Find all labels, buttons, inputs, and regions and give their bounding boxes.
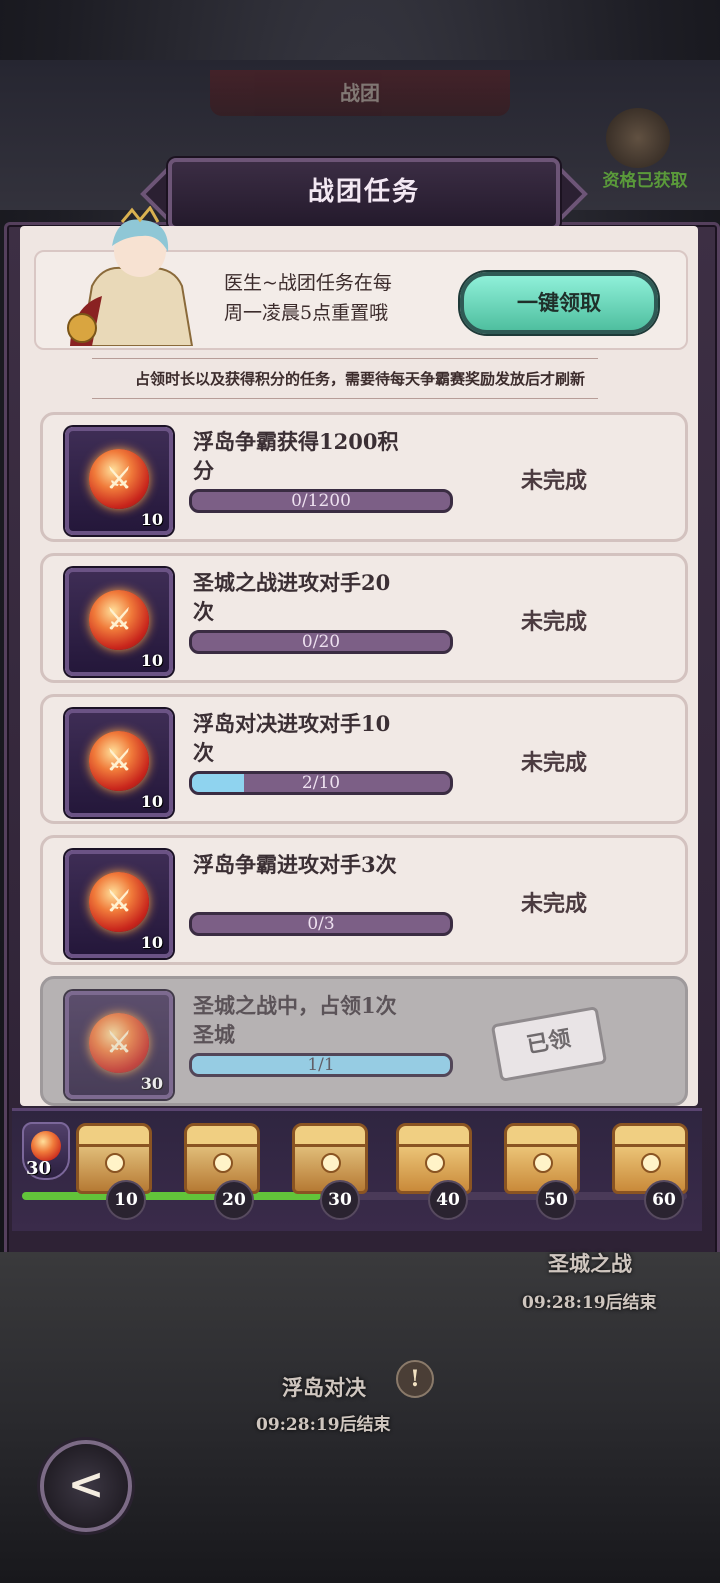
holy-city-label[interactable]: 圣城之战 — [548, 1248, 632, 1278]
panel-title-plate: 战团任务 — [168, 158, 560, 230]
task-progress-text: 1/1 — [307, 1055, 335, 1075]
guild-medal-icon — [31, 1131, 61, 1161]
holy-city-timer: 09:28:19后结束 — [522, 1293, 657, 1313]
chest-lid — [184, 1123, 260, 1147]
guild-medal-icon: ⚔ — [89, 731, 149, 791]
task-progress-text: 0/1200 — [291, 491, 351, 511]
notice-divider-bottom — [92, 398, 598, 399]
task-title-line2: 圣城 — [193, 1022, 235, 1047]
task-row: ⚔ 10 浮岛争霸进攻对手3次 0/3 未完成 — [40, 835, 688, 965]
task-title: 圣城之战进攻对手20 次 — [193, 568, 453, 626]
task-title-line1: 浮岛争霸进攻对手3次 — [193, 852, 397, 877]
chest-lid — [396, 1123, 472, 1147]
guild-medal-icon: ⚔ — [89, 590, 149, 650]
qualification-text: 资格已获取 — [602, 171, 688, 191]
alert-icon[interactable]: ! — [396, 1360, 434, 1398]
task-progress-bar: 1/1 — [189, 1053, 453, 1077]
task-status: 未完成 — [521, 891, 588, 917]
task-title: 浮岛对决进攻对手10 次 — [193, 709, 453, 767]
guild-banner-title: 战团 — [340, 81, 380, 105]
task-progress-bar: 0/20 — [189, 630, 453, 654]
task-title: 浮岛争霸获得1200积 分 — [193, 427, 453, 485]
task-row: ⚔ 10 圣城之战进攻对手20 次 0/20 未完成 — [40, 553, 688, 683]
chest-threshold: 40 — [428, 1180, 468, 1220]
chest-lock-icon — [641, 1153, 661, 1173]
chest-threshold: 50 — [536, 1180, 576, 1220]
chest-lock-icon — [533, 1153, 553, 1173]
task-title-line2: 次 — [193, 740, 214, 765]
reward-progress-fill — [22, 1192, 322, 1200]
task-status: 未完成 — [521, 750, 588, 776]
task-progress-bar: 0/3 — [189, 912, 453, 936]
chest-lock-icon — [105, 1153, 125, 1173]
task-reward-slot[interactable]: ⚔ 10 — [65, 850, 173, 958]
task-title: 圣城之战中，占领1次 圣城 — [193, 991, 453, 1049]
task-title-line2: 分 — [193, 458, 214, 483]
task-title-line1: 浮岛争霸获得1200积 — [193, 429, 399, 454]
task-reward-quantity: 10 — [140, 651, 163, 670]
task-status: 未完成 — [521, 468, 588, 494]
qualification-icon[interactable] — [606, 108, 670, 168]
claim-all-button[interactable]: 一键领取 — [460, 272, 658, 334]
task-row: ⚔ 10 浮岛对决进攻对手10 次 2/10 未完成 — [40, 694, 688, 824]
chest-threshold: 20 — [214, 1180, 254, 1220]
task-title-line1: 浮岛对决进攻对手10 — [193, 711, 391, 736]
task-progress-bar: 2/10 — [189, 771, 453, 795]
info-message: 医生~战团任务在每 周一凌晨5点重置哦 — [224, 268, 454, 328]
chest-lid — [612, 1123, 688, 1147]
chest-threshold: 30 — [320, 1180, 360, 1220]
hero-portrait — [67, 206, 194, 346]
chest-lid — [76, 1123, 152, 1147]
claimed-stamp: 已领 — [490, 1006, 608, 1082]
task-progress-text: 0/20 — [301, 632, 341, 652]
panel-title: 战团任务 — [307, 177, 420, 207]
back-button[interactable]: < — [40, 1440, 132, 1532]
task-title-line1: 圣城之战进攻对手20 — [193, 570, 391, 595]
chest-threshold: 10 — [106, 1180, 146, 1220]
task-reward-slot[interactable]: ⚔ 30 — [65, 991, 173, 1099]
task-reward-quantity: 30 — [140, 1074, 163, 1093]
chest-lock-icon — [425, 1153, 445, 1173]
task-status: 未完成 — [521, 609, 588, 635]
task-title-line2: 次 — [193, 599, 214, 624]
task-reward-quantity: 10 — [140, 933, 163, 952]
notice-divider-top — [92, 358, 598, 359]
task-progress-text: 0/3 — [307, 914, 335, 934]
guild-medal-icon: ⚔ — [89, 1013, 149, 1073]
task-row-completed: ⚔ 30 圣城之战中，占领1次 圣城 1/1 已领 — [40, 976, 688, 1106]
floating-island-label[interactable]: 浮岛对决 — [282, 1372, 366, 1402]
task-reward-slot[interactable]: ⚔ 10 — [65, 709, 173, 817]
guild-medal-icon: ⚔ — [89, 449, 149, 509]
chest-threshold: 60 — [644, 1180, 684, 1220]
task-progress-text: 2/10 — [301, 773, 341, 793]
task-row: ⚔ 10 浮岛争霸获得1200积 分 0/1200 未完成 — [40, 412, 688, 542]
floating-island-timer: 09:28:19后结束 — [256, 1415, 391, 1435]
task-progress-bar: 0/1200 — [189, 489, 453, 513]
task-title-line1: 圣城之战中，占领1次 — [193, 993, 397, 1018]
task-reward-slot[interactable]: ⚔ 10 — [65, 568, 173, 676]
refresh-notice: 占领时长以及获得积分的任务，需要待每天争霸赛奖励发放后才刷新 — [134, 370, 585, 388]
guild-medal-icon: ⚔ — [89, 872, 149, 932]
chest-lid — [504, 1123, 580, 1147]
info-message-line2: 周一凌晨5点重置哦 — [224, 302, 389, 324]
chest-lid — [292, 1123, 368, 1147]
task-reward-quantity: 10 — [140, 510, 163, 529]
guild-banner: 战团 — [210, 70, 510, 116]
task-title: 浮岛争霸进攻对手3次 — [193, 850, 453, 879]
chest-lock-icon — [321, 1153, 341, 1173]
back-arrow-icon: < — [67, 1459, 105, 1510]
current-points: 30 — [26, 1158, 52, 1179]
info-message-line1: 医生~战团任务在每 — [224, 272, 392, 294]
task-reward-slot[interactable]: ⚔ 10 — [65, 427, 173, 535]
task-reward-quantity: 10 — [140, 792, 163, 811]
chest-lock-icon — [213, 1153, 233, 1173]
